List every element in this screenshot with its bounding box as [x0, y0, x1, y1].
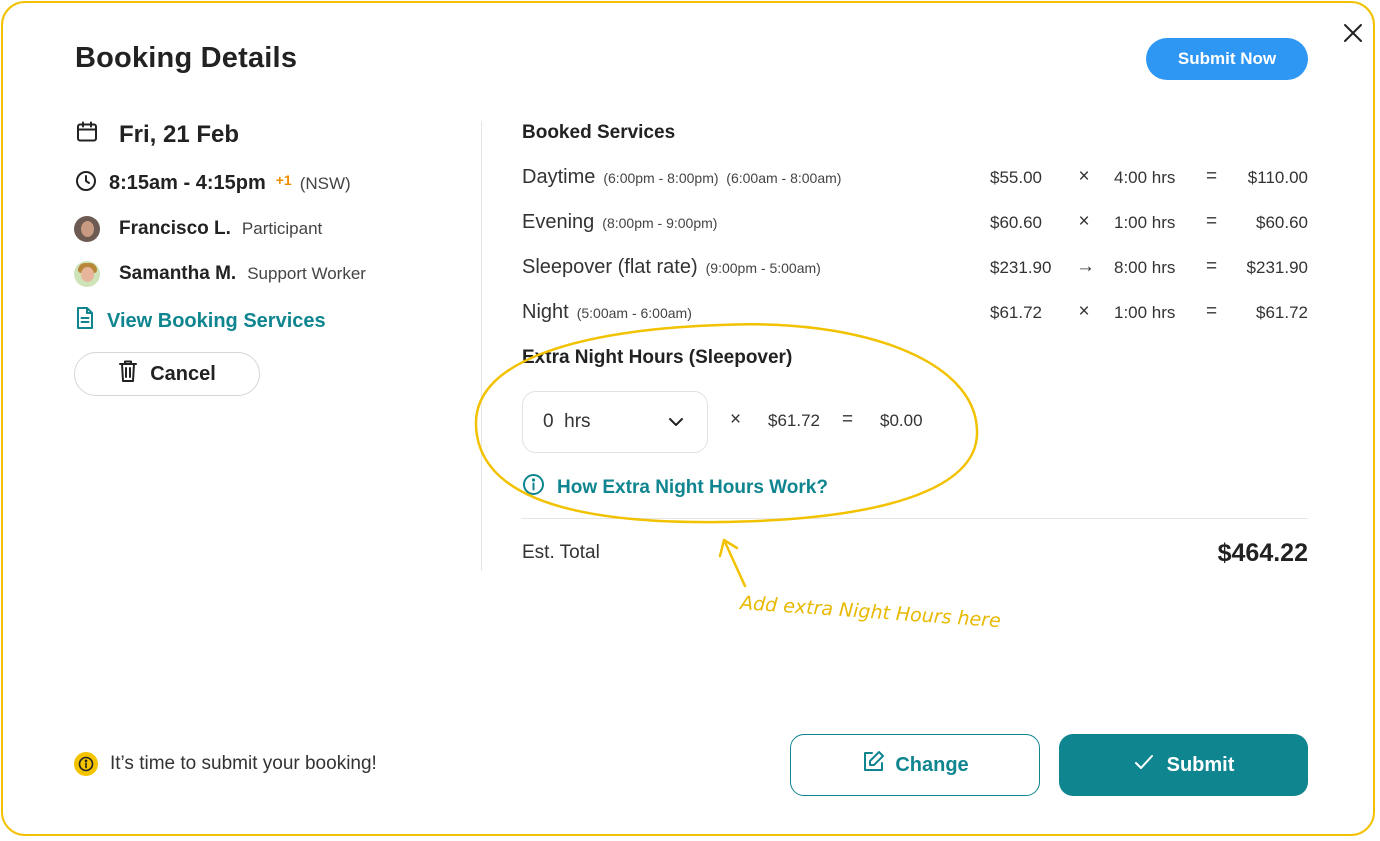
- change-button[interactable]: Change: [790, 734, 1040, 796]
- change-label: Change: [895, 753, 969, 776]
- annotation-ellipse: [474, 323, 979, 524]
- info-icon: [74, 752, 98, 776]
- annotation-overlay: [474, 323, 979, 588]
- footer-message: It’s time to submit your booking!: [74, 752, 377, 776]
- annotation-arrow: [718, 538, 747, 588]
- submit-label: Submit: [1166, 753, 1235, 776]
- submit-button[interactable]: Submit: [1059, 734, 1308, 796]
- edit-icon: [861, 750, 885, 780]
- footer-message-text: It’s time to submit your booking!: [110, 753, 377, 774]
- check-icon: [1133, 751, 1155, 779]
